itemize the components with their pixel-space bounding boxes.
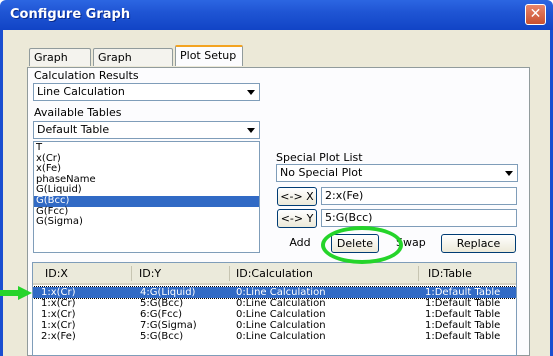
assign-y-button[interactable]: <-> Y: [277, 209, 317, 228]
cell-idy: 6:G(Fcc): [140, 309, 183, 320]
tab-graph-options[interactable]: Graph Options: [93, 48, 173, 82]
cell-idx: 2:x(Fe): [41, 331, 76, 342]
cell-idy: 5:G(Bcc): [140, 331, 184, 342]
assign-x-button[interactable]: <-> X: [277, 187, 317, 206]
window-title: Configure Graph: [10, 7, 131, 22]
y-axis-field[interactable]: 5:G(Bcc): [321, 209, 517, 227]
cell-table: 1:Default Table: [425, 331, 501, 342]
tab-graph-axes[interactable]: Graph Axes: [29, 48, 91, 82]
list-item[interactable]: G(Bcc): [34, 196, 259, 207]
highlight-circle-annotation: [321, 226, 403, 264]
arrow-right-icon: [0, 286, 32, 300]
table-row[interactable]: 1:x(Cr) 4:G(Liquid) 0:Line Calculation 1…: [33, 286, 516, 299]
cell-table: 1:Default Table: [425, 298, 501, 309]
replace-button[interactable]: Replace: [441, 234, 516, 253]
title-bar: Configure Graph ✕: [0, 0, 553, 30]
calculation-results-select[interactable]: Line Calculation: [33, 83, 260, 101]
column-header-table[interactable]: ID:Table: [428, 267, 472, 280]
table-row[interactable]: 1:x(Cr) 6:G(Fcc) 0:Line Calculation 1:De…: [33, 309, 516, 320]
table-row[interactable]: 1:x(Cr) 5:G(Bcc) 0:Line Calculation 1:De…: [33, 298, 516, 309]
column-divider[interactable]: [131, 266, 132, 281]
calculation-results-value: Line Calculation: [37, 85, 125, 98]
cell-idx: 1:x(Cr): [41, 287, 76, 298]
cell-idy: 7:G(Sigma): [140, 320, 197, 331]
special-plot-list-value: No Special Plot: [280, 166, 363, 179]
tab-plot-setup-label: Plot Setup: [180, 49, 237, 62]
cell-idy: 5:G(Bcc): [140, 298, 184, 309]
close-icon: ✕: [529, 6, 542, 22]
special-plot-list-select[interactable]: No Special Plot: [276, 164, 518, 182]
table-header: ID:X ID:Y ID:Calculation ID:Table: [33, 263, 516, 285]
tab-plot-setup[interactable]: Plot Setup: [175, 45, 243, 66]
cell-idx: 1:x(Cr): [41, 320, 76, 331]
cell-table: 1:Default Table: [425, 309, 501, 320]
cell-table: 1:Default Table: [425, 320, 501, 331]
column-header-calculation[interactable]: ID:Calculation: [236, 267, 313, 280]
cell-idx: 1:x(Cr): [41, 309, 76, 320]
x-axis-field[interactable]: 2:x(Fe): [321, 187, 517, 205]
cell-calculation: 0:Line Calculation: [236, 309, 326, 320]
column-divider[interactable]: [229, 266, 230, 281]
cell-calculation: 0:Line Calculation: [236, 298, 326, 309]
variables-listbox[interactable]: T x(Cr) x(Fe) phaseName G(Liquid) G(Bcc)…: [33, 141, 260, 253]
plot-list-table[interactable]: ID:X ID:Y ID:Calculation ID:Table 1:x(Cr…: [32, 262, 517, 356]
cell-calculation: 0:Line Calculation: [236, 320, 326, 331]
chevron-down-icon[interactable]: [244, 123, 258, 137]
chevron-down-icon[interactable]: [244, 85, 258, 99]
column-header-idx[interactable]: ID:X: [45, 267, 68, 280]
chevron-down-icon[interactable]: [502, 166, 516, 180]
calculation-results-label: Calculation Results: [34, 69, 139, 82]
close-button[interactable]: ✕: [525, 4, 546, 25]
available-tables-value: Default Table: [37, 123, 110, 136]
cell-idy: 4:G(Liquid): [140, 287, 196, 298]
special-plot-list-label: Special Plot List: [276, 151, 363, 164]
table-row[interactable]: 1:x(Cr) 7:G(Sigma) 0:Line Calculation 1:…: [33, 320, 516, 331]
column-divider[interactable]: [418, 266, 419, 281]
list-item[interactable]: x(Cr): [34, 153, 259, 165]
table-row[interactable]: 2:x(Fe) 5:G(Bcc) 0:Line Calculation 1:De…: [33, 331, 516, 342]
add-button[interactable]: Add: [277, 234, 323, 253]
available-tables-select[interactable]: Default Table: [33, 121, 260, 139]
list-item[interactable]: G(Sigma): [34, 217, 259, 228]
cell-table: 1:Default Table: [425, 287, 501, 298]
list-item[interactable]: T: [34, 143, 259, 154]
available-tables-label: Available Tables: [34, 106, 122, 119]
column-header-idy[interactable]: ID:Y: [139, 267, 161, 280]
cell-calculation: 0:Line Calculation: [236, 287, 326, 298]
cell-idx: 1:x(Cr): [41, 298, 76, 309]
cell-calculation: 0:Line Calculation: [236, 331, 326, 342]
